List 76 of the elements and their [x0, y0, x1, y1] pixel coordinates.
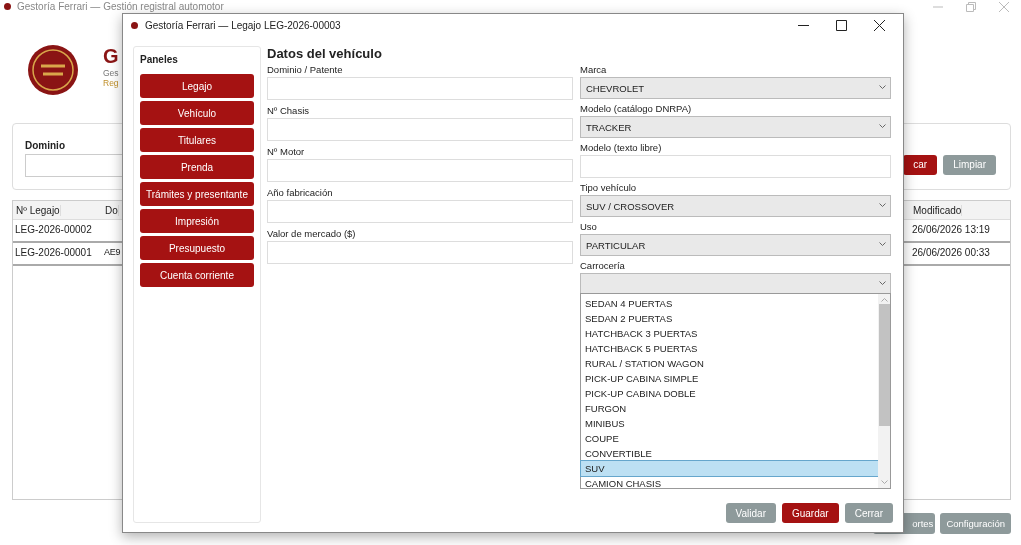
field-label: Nº Chasis — [267, 105, 310, 116]
input-field[interactable] — [267, 77, 573, 100]
dropdown-field[interactable]: SUV / CROSSOVER — [580, 195, 891, 217]
dialog-title: Gestoría Ferrari — Legajo LEG-2026-00003 — [145, 20, 341, 31]
chevron-icon — [879, 242, 886, 247]
dropdown-option[interactable]: SEDAN 4 PUERTAS — [581, 296, 878, 311]
table-cell-text: AE9 — [103, 247, 121, 257]
chevron-icon — [879, 85, 886, 90]
chevron-icon — [879, 124, 886, 129]
dropdown-option[interactable]: RURAL / STATION WAGON — [581, 356, 878, 371]
close-icon[interactable] — [874, 20, 885, 31]
dropdown-option[interactable]: HATCHBACK 3 PUERTAS — [581, 326, 878, 341]
sidebar-title: Paneles — [140, 54, 179, 65]
panel-button[interactable]: Cuenta corriente — [140, 263, 254, 287]
dropdown-option[interactable]: SUV — [581, 461, 878, 476]
dropdown-field[interactable]: TRACKER — [580, 116, 891, 138]
field-label: Marca — [580, 64, 608, 75]
scrollbar-thumb[interactable] — [878, 304, 890, 426]
window-title: Gestoría Ferrari — Gestión registral automotor — [17, 0, 224, 13]
section-heading: Datos del vehículo — [267, 46, 383, 61]
input-field[interactable] — [267, 200, 573, 223]
field-label: Uso — [580, 221, 598, 232]
panel-button[interactable]: Prenda — [140, 155, 254, 179]
dropdown-option[interactable]: COUPE — [581, 431, 878, 446]
field-label: Nº Motor — [267, 146, 306, 157]
field-label: Dominio — [25, 140, 66, 151]
column-header[interactable]: Modificado — [910, 204, 963, 216]
scrollbar[interactable] — [878, 294, 890, 488]
dropdown-option[interactable]: CAMION CHASIS — [581, 476, 878, 491]
field-label: Valor de mercado ($) — [267, 228, 357, 239]
table-cell-text: LEG-2026-00002 — [14, 224, 92, 235]
dropdown-option[interactable]: FURGON — [581, 401, 878, 416]
input-field[interactable] — [267, 118, 573, 141]
app-icon — [131, 22, 138, 29]
column-header[interactable]: Nº Legajo — [13, 204, 61, 216]
column-header[interactable]: Do — [102, 204, 119, 216]
scroll-down-icon[interactable] — [880, 480, 888, 485]
dropdown-field[interactable] — [580, 273, 891, 295]
chevron-icon — [879, 281, 886, 286]
dropdown-option[interactable]: SEDAN 2 PUERTAS — [581, 311, 878, 326]
restore-icon[interactable] — [966, 1, 976, 12]
panel-button[interactable]: Legajo — [140, 74, 254, 98]
dropdown-option[interactable]: CONVERTIBLE — [581, 446, 878, 461]
logo-icon — [27, 44, 79, 96]
app-tagline: Reg — [103, 78, 119, 88]
panel-button[interactable]: Impresión — [140, 209, 254, 233]
dropdown-option[interactable]: PICK-UP CABINA DOBLE — [581, 386, 878, 401]
field-label: Carrocería — [580, 260, 626, 271]
field-label: Modelo (catálogo DNRPA) — [580, 103, 693, 114]
input-field[interactable] — [267, 159, 573, 182]
table-cell-text: 26/06/2026 00:33 — [911, 247, 990, 258]
field-label: Tipo vehículo — [580, 182, 638, 193]
dropdown-field[interactable]: CHEVROLET — [580, 77, 891, 99]
dropdown-option[interactable]: MINIBUS — [581, 416, 878, 431]
app-subtitle: Ges — [103, 68, 119, 78]
input-field[interactable] — [580, 155, 891, 178]
maximize-icon[interactable] — [836, 20, 847, 31]
field-label: Modelo (texto libre) — [580, 142, 663, 153]
panel-button[interactable]: Presupuesto — [140, 236, 254, 260]
search-button[interactable]: car — [903, 154, 938, 175]
panel-button[interactable]: Trámites y presentante — [140, 182, 254, 206]
chevron-icon — [879, 203, 886, 208]
input-field[interactable] — [267, 241, 573, 264]
panel-button[interactable]: Titulares — [140, 128, 254, 152]
table-cell-text: 26/06/2026 13:19 — [911, 224, 990, 235]
dropdown-option[interactable]: HATCHBACK 5 PUERTAS — [581, 341, 878, 356]
panel-button[interactable]: Vehículo — [140, 101, 254, 125]
app-title: G — [103, 44, 119, 68]
dropdown-option[interactable]: PICK-UP CABINA SIMPLE — [581, 371, 878, 386]
dialog-button[interactable]: Guardar — [781, 503, 839, 523]
field-label: Año fabricación — [267, 187, 334, 198]
app-icon — [4, 3, 11, 10]
field-label: Dominio / Patente — [267, 64, 344, 75]
scroll-up-icon[interactable] — [880, 297, 888, 302]
dropdown-field[interactable]: PARTICULAR — [580, 234, 891, 256]
table-cell-text: LEG-2026-00001 — [14, 247, 92, 258]
